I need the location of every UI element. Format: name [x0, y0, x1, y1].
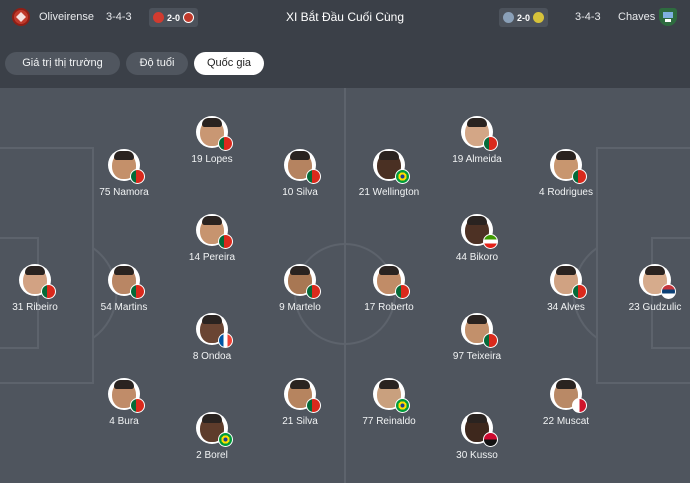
player-75-namora[interactable]: 75 Namora [69, 149, 179, 198]
player-avatar [550, 264, 587, 299]
portugal-flag-icon [483, 136, 498, 151]
player-avatar [196, 214, 233, 249]
player-23-gudzulic[interactable]: 23 Gudzulic [600, 264, 690, 313]
portugal-flag-icon [130, 169, 145, 184]
portugal-flag-icon [395, 284, 410, 299]
player-avatar [373, 149, 410, 184]
player-avatar [461, 116, 498, 151]
portugal-flag-icon [483, 333, 498, 348]
player-name: 17 Roberto [364, 302, 414, 313]
player-avatar [196, 313, 233, 348]
portugal-flag-icon [218, 136, 233, 151]
opponent-logo-icon [503, 12, 514, 23]
player-avatar [19, 264, 56, 299]
player-8-ondoa[interactable]: 8 Ondoa [157, 313, 267, 362]
match-header: Oliveirense 3-4-3 2-0 XI Bắt Đầu Cuối Cù… [0, 0, 690, 36]
player-30-kusso[interactable]: 30 Kusso [422, 412, 532, 461]
player-97-teixeira[interactable]: 97 Teixeira [422, 313, 532, 362]
player-name: 30 Kusso [456, 450, 498, 461]
player-avatar [284, 378, 321, 413]
serbia-flag-icon [661, 284, 676, 299]
portugal-flag-icon [130, 398, 145, 413]
player-name: 4 Rodrigues [539, 187, 593, 198]
player-name: 21 Wellington [358, 187, 420, 198]
player-avatar [284, 149, 321, 184]
sporting-logo-icon [533, 12, 545, 23]
player-2-borel[interactable]: 2 Borel [157, 412, 267, 461]
portugal-flag-icon [572, 284, 587, 299]
tab-market-value[interactable]: Giá trị thị trường [5, 52, 120, 75]
portugal-flag-icon [306, 398, 321, 413]
france-flag-icon [218, 333, 233, 348]
portugal-flag-icon [41, 284, 56, 299]
player-21-wellington[interactable]: 21 Wellington [334, 149, 444, 198]
brazil-flag-icon [395, 398, 410, 413]
player-name: 44 Bikoro [455, 252, 499, 263]
player-avatar [373, 378, 410, 413]
tab-nationality[interactable]: Quốc gia [194, 52, 264, 75]
player-avatar [461, 214, 498, 249]
player-17-roberto[interactable]: 17 Roberto [334, 264, 444, 313]
filter-tabs: Giá trị thị trường Độ tuổi Quốc gia [0, 36, 690, 88]
player-name: 2 Borel [196, 450, 228, 461]
away-team-name[interactable]: Chaves [618, 11, 655, 23]
equatorial-guinea-flag-icon [483, 234, 498, 249]
player-avatar [108, 378, 145, 413]
player-avatar [108, 149, 145, 184]
portugal-flag-icon [218, 234, 233, 249]
player-avatar [196, 412, 233, 447]
player-44-bikoro[interactable]: 44 Bikoro [422, 214, 532, 263]
brazil-flag-icon [218, 432, 233, 447]
portugal-flag-icon [130, 284, 145, 299]
player-avatar [550, 378, 587, 413]
portugal-flag-icon [306, 284, 321, 299]
player-avatar [639, 264, 676, 299]
pitch: 19 Lopes 75 Namora 10 Silva 14 Pereira 3… [0, 88, 690, 483]
player-54-martins[interactable]: 54 Martins [69, 264, 179, 313]
player-name: 75 Namora [99, 187, 149, 198]
player-avatar [108, 264, 145, 299]
player-name: 14 Pereira [188, 252, 236, 263]
angola-flag-icon [483, 432, 498, 447]
brazil-flag-icon [395, 169, 410, 184]
player-name: 97 Teixeira [452, 351, 502, 362]
player-avatar [550, 149, 587, 184]
player-avatar [461, 412, 498, 447]
player-avatar [461, 313, 498, 348]
portugal-flag-icon [572, 169, 587, 184]
player-14-pereira[interactable]: 14 Pereira [157, 214, 267, 263]
player-name: 8 Ondoa [192, 351, 232, 362]
tab-age[interactable]: Độ tuổi [126, 52, 188, 75]
malta-flag-icon [572, 398, 587, 413]
player-avatar [373, 264, 410, 299]
chaves-logo-icon [659, 8, 677, 26]
player-4-rodrigues[interactable]: 4 Rodrigues [511, 149, 621, 198]
player-avatar [284, 264, 321, 299]
portugal-flag-icon [306, 169, 321, 184]
player-name: 23 Gudzulic [628, 302, 682, 313]
away-last-score: 2-0 [517, 12, 531, 23]
player-avatar [196, 116, 233, 151]
away-formation: 3-4-3 [575, 11, 601, 23]
away-last-match-chip[interactable]: 2-0 [499, 8, 549, 27]
player-name: 54 Martins [100, 302, 148, 313]
